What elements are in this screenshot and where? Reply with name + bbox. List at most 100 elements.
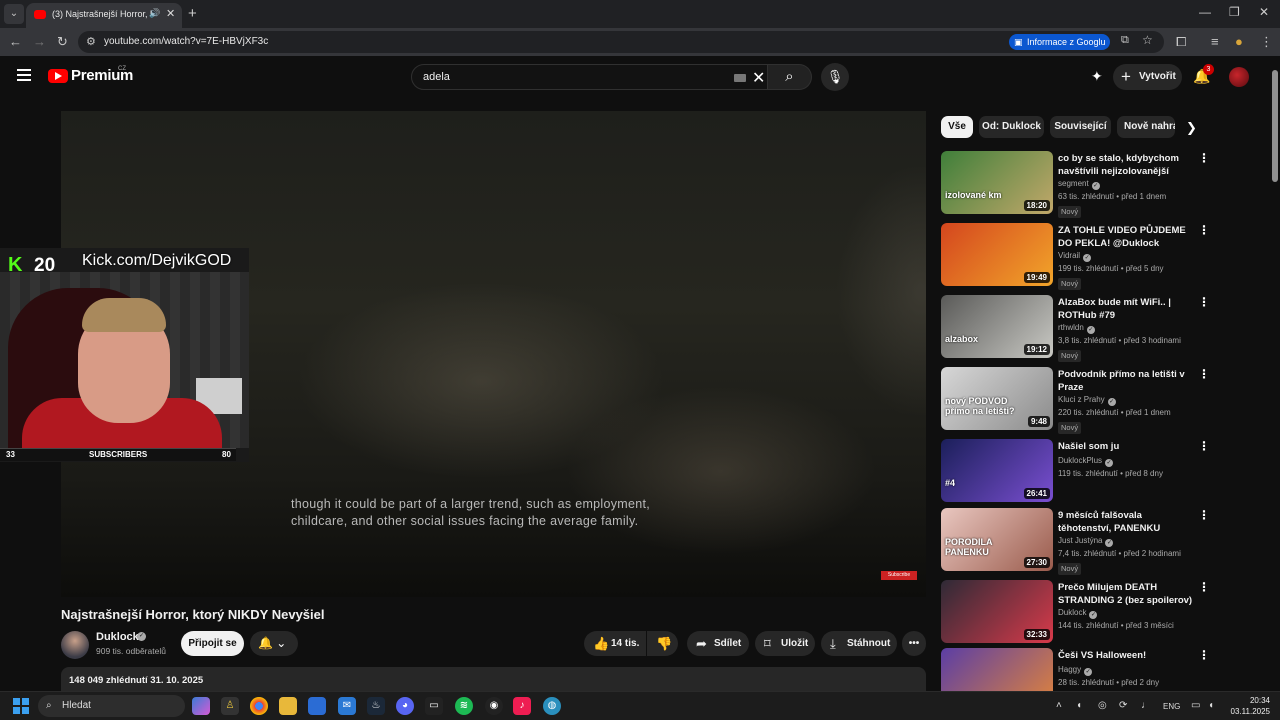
tiktok-icon[interactable]: ♪ bbox=[513, 697, 531, 715]
app-globe-icon[interactable]: ◍ bbox=[543, 697, 561, 715]
create-button[interactable]: + Vytvořit bbox=[1113, 64, 1182, 90]
address-bar[interactable]: ⚙ youtube.com/watch?v=7E-HBVjXF3c ▣ Info… bbox=[78, 31, 1164, 53]
browser-menu-icon[interactable]: ⋮ bbox=[1260, 34, 1273, 50]
more-options-icon[interactable]: ⋮ bbox=[1198, 439, 1210, 453]
back-icon[interactable]: ← bbox=[9, 34, 22, 49]
download-button[interactable]: ⤓ Stáhnout bbox=[821, 631, 897, 656]
recommendation-channel[interactable]: segment ✓ bbox=[1058, 179, 1100, 190]
tab-close-icon[interactable]: ✕ bbox=[166, 7, 175, 20]
app-icon[interactable]: ♙ bbox=[221, 697, 239, 715]
chip-related[interactable]: Související bbox=[1050, 116, 1111, 138]
recommendation-card[interactable]: PORODILA PANENKU 27:30 9 měsíců falšovala … bbox=[941, 508, 1211, 575]
description-box[interactable]: 148 049 zhlédnutí 31. 10. 2025 bbox=[61, 667, 926, 693]
save-button[interactable]: ⌑ Uložit bbox=[755, 631, 815, 656]
chip-recently-uploaded[interactable]: Nově nahráno bbox=[1117, 116, 1175, 138]
more-options-icon[interactable]: ⋮ bbox=[1198, 367, 1210, 381]
video-thumbnail[interactable]: nový PODVOD přímo na letišti? 9:48 bbox=[941, 367, 1053, 430]
tray-audio-icon[interactable]: ◖ bbox=[1076, 700, 1082, 711]
bookmark-star-icon[interactable]: ☆ bbox=[1142, 33, 1153, 47]
recommendation-title[interactable]: co by se stalo, kdybychom navštívili nej… bbox=[1058, 152, 1195, 178]
language-indicator[interactable]: ENG bbox=[1163, 702, 1180, 711]
more-options-icon[interactable]: ⋮ bbox=[1198, 508, 1210, 522]
recommendation-title[interactable]: 9 měsíců falšovala těhotenství, PANENKU … bbox=[1058, 509, 1195, 535]
chrome-icon[interactable] bbox=[250, 697, 268, 715]
restore-icon[interactable]: ❐ bbox=[1229, 5, 1240, 19]
tab-audio-icon[interactable]: 🔊 bbox=[149, 8, 160, 19]
account-avatar[interactable] bbox=[1229, 67, 1249, 87]
recommendation-channel[interactable]: Just Justýna ✓ bbox=[1058, 536, 1114, 547]
mail-icon[interactable]: ✉ bbox=[338, 697, 356, 715]
obs-icon[interactable]: ◉ bbox=[485, 697, 503, 715]
video-thumbnail[interactable]: izolované km 18:20 bbox=[941, 151, 1053, 214]
volume-icon[interactable]: ◖ bbox=[1208, 700, 1214, 711]
channel-name[interactable]: Duklock bbox=[96, 631, 139, 643]
video-thumbnail[interactable]: PORODILA PANENKU 27:30 bbox=[941, 508, 1053, 571]
voice-search-button[interactable]: 🎙 bbox=[821, 63, 849, 91]
system-clock[interactable]: 20:34 03.11.2025 bbox=[1224, 695, 1270, 717]
recommendation-card[interactable]: izolované km 18:20 co by se stalo, kdybych… bbox=[941, 151, 1211, 218]
recommendation-title[interactable]: Češi VS Halloween! bbox=[1058, 649, 1195, 662]
recommendation-channel[interactable]: Kluci z Prahy ✓ bbox=[1058, 395, 1116, 406]
clear-search-icon[interactable]: ✕ bbox=[752, 68, 765, 88]
more-options-icon[interactable]: ⋮ bbox=[1198, 223, 1210, 237]
media-controls-icon[interactable]: ≡ bbox=[1211, 34, 1219, 49]
extensions-icon[interactable]: ⧠ bbox=[1176, 34, 1186, 50]
copilot-icon[interactable] bbox=[192, 697, 210, 715]
recommendation-channel[interactable]: DuklockPlus ✓ bbox=[1058, 456, 1114, 467]
recommendation-channel[interactable]: Haggy ✓ bbox=[1058, 665, 1093, 676]
notification-settings-button[interactable]: 🔔 ⌄ bbox=[250, 631, 298, 656]
search-input[interactable]: adela ✕ bbox=[411, 64, 768, 90]
scrollbar[interactable] bbox=[1272, 60, 1278, 690]
more-options-icon[interactable]: ⋮ bbox=[1198, 648, 1210, 662]
google-info-button[interactable]: ▣ Informace z Googlu bbox=[1009, 34, 1110, 50]
cast-icon[interactable]: ✦ bbox=[1091, 68, 1103, 85]
video-thumbnail[interactable]: 32:33 bbox=[941, 580, 1053, 643]
minimize-icon[interactable]: — bbox=[1199, 5, 1211, 19]
windows-start-icon[interactable] bbox=[13, 698, 29, 714]
scrollbar-thumb[interactable] bbox=[1272, 70, 1278, 182]
youtube-logo-icon[interactable] bbox=[48, 69, 68, 83]
reload-icon[interactable]: ↻ bbox=[57, 34, 68, 50]
subscribe-watermark[interactable]: Subscribe bbox=[881, 571, 917, 580]
more-options-icon[interactable]: ⋮ bbox=[1198, 151, 1210, 165]
more-options-icon[interactable]: ⋮ bbox=[1198, 580, 1210, 594]
recommendation-title[interactable]: Prečo Milujem DEATH STRANDING 2 (bez spo… bbox=[1058, 581, 1195, 607]
menu-icon[interactable] bbox=[17, 69, 31, 81]
recommendation-card[interactable]: alzabox 19:12 AlzaBox bude mít WiFi.. | RO… bbox=[941, 295, 1211, 362]
terminal-icon[interactable]: ▭ bbox=[425, 697, 443, 715]
tray-app-icon[interactable]: ◎ bbox=[1098, 700, 1107, 711]
dislike-button[interactable]: 👎 bbox=[647, 631, 678, 656]
more-actions-button[interactable]: ••• bbox=[902, 631, 926, 656]
recommendation-card[interactable]: 32:33 Prečo Milujem DEATH STRANDING 2 (be… bbox=[941, 580, 1211, 646]
video-thumbnail[interactable]: alzabox 19:12 bbox=[941, 295, 1053, 358]
install-app-icon[interactable]: ⧉ bbox=[1121, 34, 1129, 47]
new-tab-button[interactable]: + bbox=[188, 5, 197, 22]
taskbar-search[interactable]: ⌕ Hledat bbox=[38, 695, 185, 717]
recommendation-card[interactable]: 19:49 ZA TOHLE VIDEO PŮJDEME DO PEKLA! @D… bbox=[941, 223, 1211, 290]
network-icon[interactable]: ▭ bbox=[1191, 700, 1200, 711]
spotify-icon[interactable]: ≋ bbox=[455, 697, 473, 715]
like-button[interactable]: 👍 14 tis. bbox=[584, 631, 646, 656]
chip-all[interactable]: Vše bbox=[941, 116, 973, 138]
steam-icon[interactable]: ♨ bbox=[367, 697, 385, 715]
more-options-icon[interactable]: ⋮ bbox=[1198, 295, 1210, 309]
share-button[interactable]: ➦ Sdílet bbox=[687, 631, 749, 656]
recommendation-channel[interactable]: Vidrail ✓ bbox=[1058, 251, 1092, 262]
forward-icon[interactable]: → bbox=[33, 34, 46, 49]
chip-from-channel[interactable]: Od: Duklock bbox=[979, 116, 1044, 138]
recommendation-title[interactable]: Podvodník přímo na letišti v Praze bbox=[1058, 368, 1195, 394]
tray-overflow-icon[interactable]: ˄ bbox=[1056, 700, 1062, 711]
tab-list-button[interactable]: ⌄ bbox=[4, 4, 24, 24]
browser-tab[interactable]: (3) Najstrašnejší Horror, ktorý 🔊 ✕ bbox=[26, 3, 182, 28]
video-thumbnail[interactable]: 19:49 bbox=[941, 223, 1053, 286]
recommendation-channel[interactable]: Duklock ✓ bbox=[1058, 608, 1098, 619]
profile-icon[interactable]: ● bbox=[1235, 34, 1243, 49]
tray-mic-icon[interactable]: ♩ bbox=[1141, 700, 1151, 711]
store-icon[interactable] bbox=[308, 697, 326, 715]
keyboard-icon[interactable] bbox=[734, 74, 746, 82]
video-thumbnail[interactable]: #4 26:41 bbox=[941, 439, 1053, 502]
join-button[interactable]: Připojit se bbox=[181, 631, 244, 656]
discord-icon[interactable]: ◕ bbox=[396, 697, 414, 715]
close-window-icon[interactable]: ✕ bbox=[1259, 5, 1269, 19]
search-button[interactable]: ⌕ bbox=[768, 64, 812, 90]
